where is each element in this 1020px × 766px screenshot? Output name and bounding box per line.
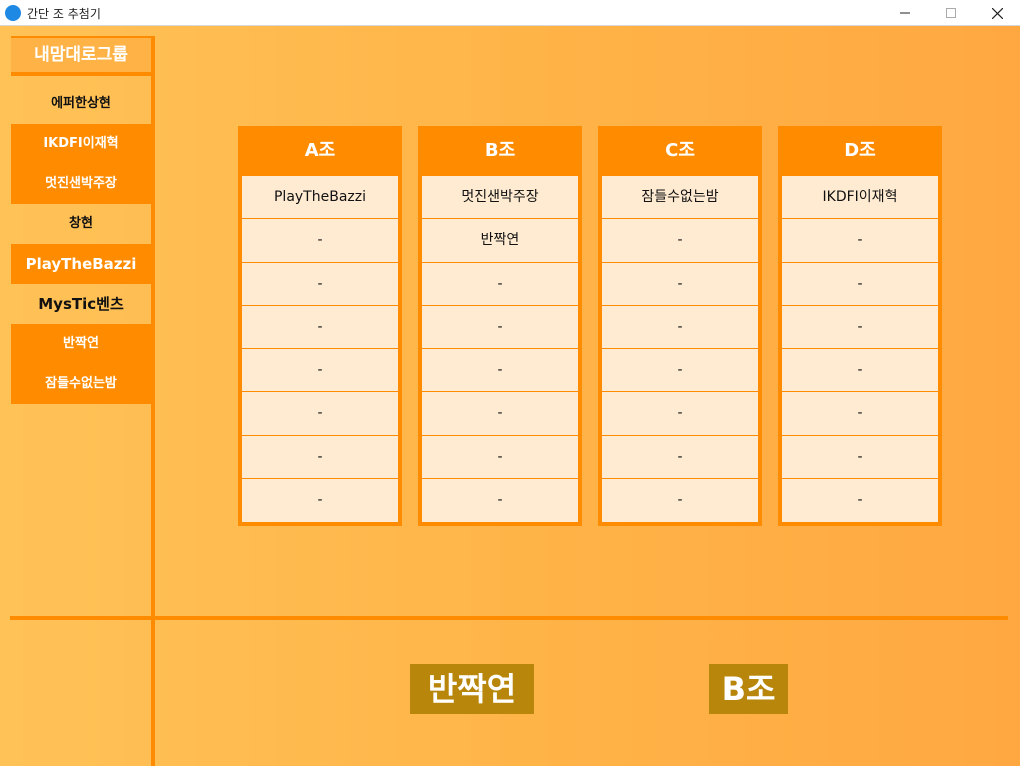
maximize-icon (946, 8, 956, 18)
member-item[interactable]: 창현 (11, 204, 151, 244)
team-slot: - (602, 435, 758, 479)
team-slot: 잠들수없는밤 (602, 176, 758, 220)
team-slot: - (782, 305, 938, 349)
team-slot-list: 잠들수없는밤 - - - - - - - (602, 176, 758, 522)
team-slot: - (782, 435, 938, 479)
close-button[interactable] (974, 0, 1020, 26)
app-client-area: 내맘대로그룹 에퍼한상현 IKDFI이재혁 멋진샌박주장 창현 PlayTheB… (0, 26, 1020, 766)
team-slot: - (422, 262, 578, 306)
team-slot: PlayTheBazzi (242, 176, 398, 220)
team-slot: 반짝연 (422, 219, 578, 263)
team-slot: - (422, 349, 578, 393)
team-panel-d: D조 IKDFI이재혁 - - - - - - - (778, 126, 942, 526)
team-slot: - (602, 305, 758, 349)
team-slot: - (782, 262, 938, 306)
team-slot: - (782, 349, 938, 393)
team-slot: - (242, 349, 398, 393)
team-slot-list: IKDFI이재혁 - - - - - - - (782, 176, 938, 522)
team-slot: - (422, 435, 578, 479)
team-slot: - (242, 305, 398, 349)
team-slot: - (242, 262, 398, 306)
team-name: A조 (304, 140, 336, 161)
team-slot: - (242, 219, 398, 263)
team-slot: - (602, 349, 758, 393)
team-slot: - (602, 478, 758, 522)
team-slot: - (602, 262, 758, 306)
member-item[interactable]: PlayTheBazzi (11, 244, 151, 284)
close-icon (991, 7, 1003, 19)
team-slot: - (782, 478, 938, 522)
team-slot: - (602, 219, 758, 263)
team-slot-list: PlayTheBazzi - - - - - - - (242, 176, 398, 522)
team-name: C조 (665, 140, 695, 161)
team-slot: - (422, 478, 578, 522)
app-icon (5, 5, 21, 21)
team-slot: - (782, 219, 938, 263)
team-name: B조 (484, 140, 516, 161)
maximize-button[interactable] (928, 0, 974, 26)
team-panel-a: A조 PlayTheBazzi - - - - - - - (238, 126, 402, 526)
team-slot: - (782, 392, 938, 436)
team-slot: - (242, 392, 398, 436)
window-title: 간단 조 추첨기 (27, 7, 101, 21)
result-team: B조 (709, 664, 788, 714)
member-item[interactable]: 반짝연 (11, 324, 151, 364)
team-slot: - (602, 392, 758, 436)
team-slot: IKDFI이재혁 (782, 176, 938, 220)
team-panel-b: B조 멋진샌박주장 반짝연 - - - - - - (418, 126, 582, 526)
horizontal-divider (10, 616, 1008, 620)
vertical-divider (151, 36, 155, 766)
team-slot: - (242, 435, 398, 479)
team-slot: - (242, 478, 398, 522)
member-item[interactable]: 멋진샌박주장 (11, 164, 151, 204)
team-slot: - (422, 392, 578, 436)
minimize-icon (900, 12, 910, 14)
member-item[interactable]: 에퍼한상현 (11, 84, 151, 124)
team-panel-c: C조 잠들수없는밤 - - - - - - - (598, 126, 762, 526)
result-member: 반짝연 (410, 664, 534, 714)
member-item[interactable]: MysTic벤츠 (11, 284, 151, 324)
group-title: 내맘대로그룹 (11, 36, 151, 76)
team-name: D조 (844, 140, 876, 161)
team-slot: - (422, 305, 578, 349)
title-bar: 간단 조 추첨기 (0, 0, 1020, 26)
minimize-button[interactable] (882, 0, 928, 26)
team-slot-list: 멋진샌박주장 반짝연 - - - - - - (422, 176, 578, 522)
member-item[interactable]: IKDFI이재혁 (11, 124, 151, 164)
team-slot: 멋진샌박주장 (422, 176, 578, 220)
member-item[interactable]: 잠들수없는밤 (11, 364, 151, 404)
